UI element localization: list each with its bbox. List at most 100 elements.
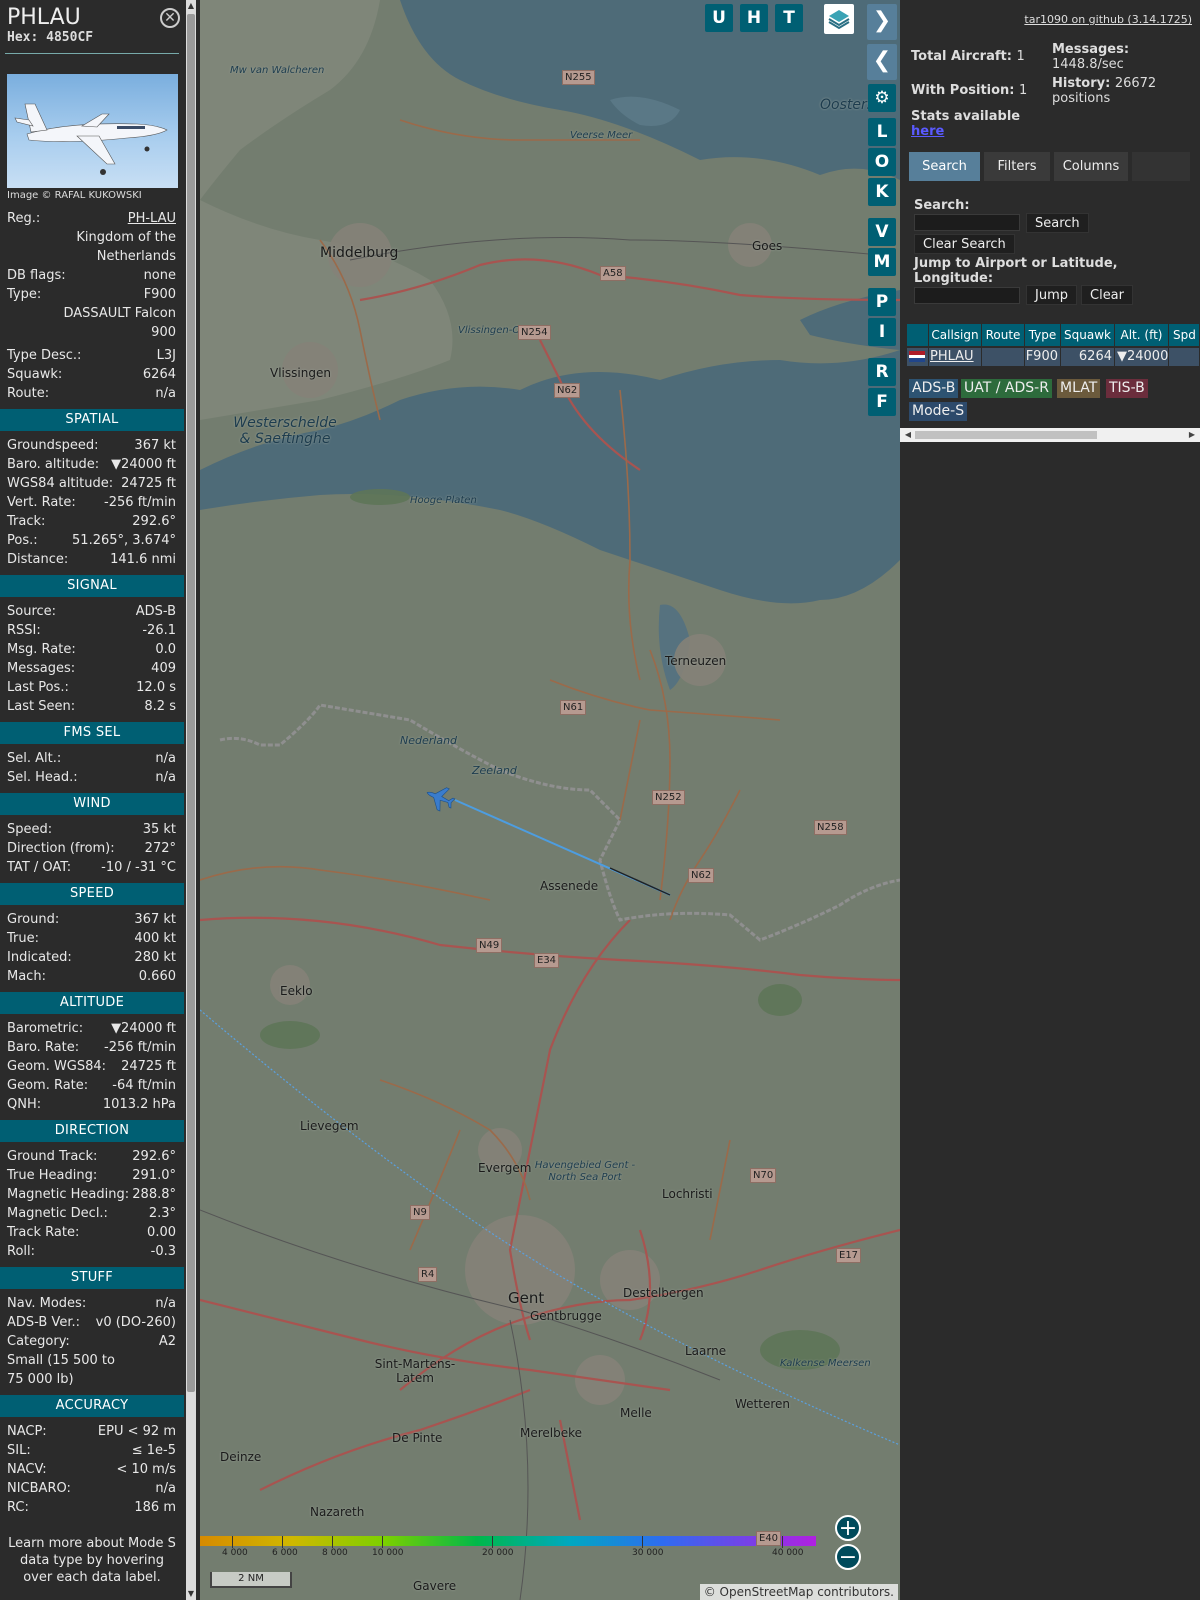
data-label[interactable]: Last Seen:	[7, 697, 75, 716]
close-icon[interactable]: ✕	[160, 8, 180, 28]
row-squawk: 6264	[1061, 348, 1115, 366]
table-row[interactable]: PHLAU F900 6264 ▼24000	[907, 348, 1200, 366]
data-label[interactable]: Indicated:	[7, 948, 72, 967]
data-label[interactable]: SIL:	[7, 1441, 31, 1460]
road-shield: E40	[756, 1531, 782, 1546]
col-flag[interactable]	[907, 324, 929, 346]
button-o[interactable]: O	[868, 148, 896, 176]
button-m[interactable]: M	[868, 248, 896, 276]
data-label[interactable]: Small (15 500 to 75 000 lb)	[7, 1351, 127, 1389]
registration-link[interactable]: PH-LAU	[128, 209, 176, 228]
chevron-right-icon[interactable]: ❯	[867, 4, 897, 40]
zoom-in-button[interactable]: +	[835, 1515, 861, 1541]
data-label[interactable]: Groundspeed:	[7, 436, 98, 455]
data-label[interactable]: Baro. Rate:	[7, 1038, 79, 1057]
data-label[interactable]: NICBARO:	[7, 1479, 71, 1498]
data-label[interactable]: Nav. Modes:	[7, 1294, 86, 1313]
col-type[interactable]: Type	[1025, 324, 1061, 346]
data-label[interactable]: Pos.:	[7, 531, 38, 550]
data-label[interactable]: Mach:	[7, 967, 46, 986]
data-value: 400 kt	[134, 931, 176, 946]
search-input[interactable]	[914, 214, 1020, 231]
clear-search-button[interactable]: Clear Search	[914, 234, 1015, 254]
data-label[interactable]: Speed:	[7, 820, 52, 839]
data-label[interactable]: Geom. WGS84:	[7, 1057, 106, 1076]
data-label[interactable]: WGS84 altitude:	[7, 474, 113, 493]
button-i[interactable]: I	[868, 318, 896, 346]
table-horizontal-scrollbar[interactable]: ◀ ▶	[900, 428, 1200, 442]
button-v[interactable]: V	[868, 218, 896, 246]
data-label[interactable]: True Heading:	[7, 1166, 97, 1185]
button-l[interactable]: L	[868, 118, 896, 146]
data-label[interactable]: Last Pos.:	[7, 678, 69, 697]
col-speed[interactable]: Spd	[1169, 324, 1200, 346]
data-label[interactable]: RC:	[7, 1498, 29, 1517]
detail-value: 6264	[142, 367, 176, 382]
button-f[interactable]: F	[868, 388, 896, 416]
data-label[interactable]: Geom. Rate:	[7, 1076, 88, 1095]
col-callsign[interactable]: Callsign	[929, 324, 982, 346]
tab-search[interactable]: Search	[909, 152, 980, 181]
button-h[interactable]: H	[740, 4, 768, 32]
data-label[interactable]: TAT / OAT:	[7, 858, 71, 877]
settings-gear-icon[interactable]: ⚙	[868, 84, 896, 112]
row-callsign[interactable]: PHLAU	[929, 348, 982, 366]
data-label[interactable]: Track Rate:	[7, 1223, 79, 1242]
chevron-left-icon[interactable]: ❮	[867, 44, 897, 80]
scroll-left-icon[interactable]: ◀	[902, 428, 914, 442]
data-label[interactable]: Direction (from):	[7, 839, 115, 858]
jump-input[interactable]	[914, 287, 1020, 304]
scroll-down-icon[interactable]: ▼	[186, 1588, 196, 1600]
data-label[interactable]: Distance:	[7, 550, 68, 569]
button-t[interactable]: T	[775, 4, 803, 32]
data-label[interactable]: Vert. Rate:	[7, 493, 76, 512]
col-squawk[interactable]: Squawk	[1061, 324, 1115, 346]
aircraft-photo[interactable]	[7, 74, 178, 188]
tab-filters[interactable]: Filters	[984, 152, 1050, 181]
stats-link[interactable]: here	[911, 124, 1020, 139]
tab-extra[interactable]	[1132, 152, 1190, 181]
zoom-out-button[interactable]: −	[835, 1544, 861, 1570]
data-row: Track: 292.6°	[0, 512, 184, 531]
data-label[interactable]: Sel. Head.:	[7, 768, 78, 787]
data-label[interactable]: Ground Track:	[7, 1147, 97, 1166]
data-label[interactable]: Roll:	[7, 1242, 35, 1261]
data-label[interactable]: Baro. altitude:	[7, 455, 99, 474]
col-altitude[interactable]: Alt. (ft)	[1115, 324, 1169, 346]
detail-value: L3J	[156, 348, 176, 363]
button-u[interactable]: U	[705, 4, 733, 32]
button-k[interactable]: K	[868, 178, 896, 206]
scroll-right-icon[interactable]: ▶	[1186, 428, 1198, 442]
data-label[interactable]: NACP:	[7, 1422, 47, 1441]
data-label[interactable]: Track:	[7, 512, 45, 531]
tab-columns[interactable]: Columns	[1054, 152, 1128, 181]
button-p[interactable]: P	[868, 288, 896, 316]
data-label[interactable]: Magnetic Decl.:	[7, 1204, 108, 1223]
data-label[interactable]: Ground:	[7, 910, 59, 929]
data-label[interactable]: Messages:	[7, 659, 75, 678]
info-scrollbar[interactable]: ▲ ▼	[186, 0, 196, 1600]
data-label[interactable]: Category:	[7, 1332, 70, 1351]
github-link[interactable]: tar1090 on github (3.14.1725)	[1024, 13, 1192, 26]
data-label[interactable]: Barometric:	[7, 1019, 83, 1038]
map-view[interactable]: Middelburg Vlissingen Goes Terneuzen Assened…	[200, 0, 900, 1600]
data-label[interactable]: Msg. Rate:	[7, 640, 76, 659]
data-label[interactable]: ADS-B Ver.:	[7, 1313, 80, 1332]
data-label[interactable]: Magnetic Heading:	[7, 1185, 129, 1204]
col-route[interactable]: Route	[982, 324, 1025, 346]
data-label[interactable]: RSSI:	[7, 621, 41, 640]
data-label[interactable]: QNH:	[7, 1095, 41, 1114]
search-button[interactable]: Search	[1026, 213, 1089, 233]
clear-button[interactable]: Clear	[1081, 285, 1133, 305]
data-label[interactable]: True:	[7, 929, 39, 948]
scrollbar-thumb[interactable]	[187, 14, 195, 1392]
data-label[interactable]: NACV:	[7, 1460, 47, 1479]
jump-button[interactable]: Jump	[1026, 285, 1077, 305]
data-label[interactable]: Sel. Alt.:	[7, 749, 61, 768]
map-attribution[interactable]: © OpenStreetMap contributors.	[699, 1584, 898, 1600]
scroll-up-icon[interactable]: ▲	[186, 0, 196, 12]
button-r[interactable]: R	[868, 358, 896, 386]
data-label[interactable]: Source:	[7, 602, 56, 621]
scrollbar-thumb[interactable]	[915, 431, 1097, 439]
layers-button[interactable]	[824, 4, 854, 34]
